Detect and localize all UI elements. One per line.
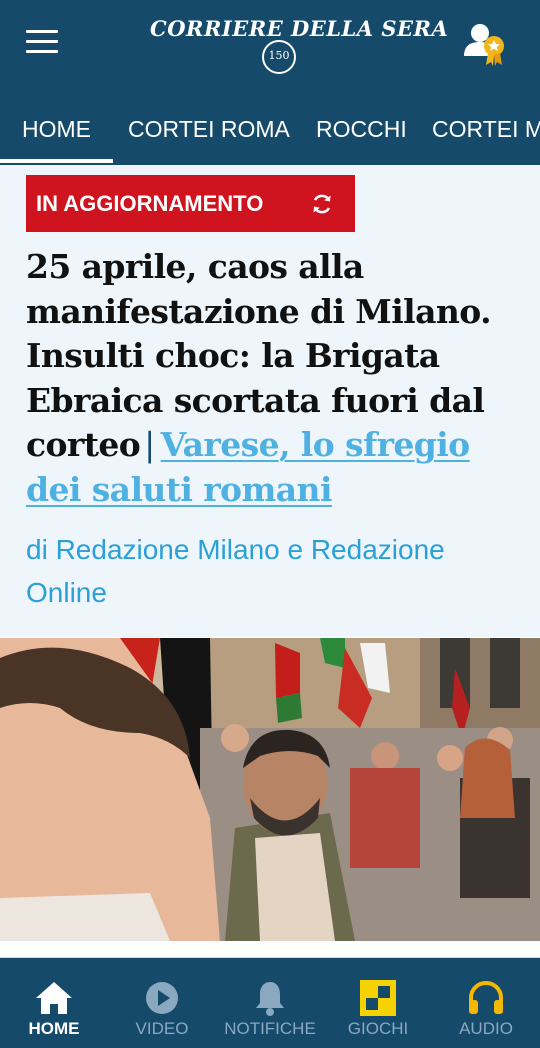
hamburger-menu-icon	[26, 30, 58, 33]
lead-article[interactable]: IN AGGIORNAMENTO 25 aprile, caos alla ma…	[0, 165, 540, 637]
nav-video-label: VIDEO	[135, 1019, 189, 1038]
tab-cortei-roma[interactable]: CORTEI ROMA	[128, 98, 290, 160]
protest-photo-illustration	[0, 638, 540, 941]
nav-video[interactable]: VIDEO	[108, 958, 216, 1048]
badge-label: IN AGGIORNAMENTO	[36, 191, 264, 216]
tab-rocchi[interactable]: ROCCHI	[316, 98, 407, 160]
headline-separator: |	[144, 425, 155, 464]
section-tabs: HOME CORTEI ROMA ROCCHI CORTEI M	[0, 98, 540, 165]
article-headline[interactable]: 25 aprile, caos alla manifestazione di M…	[26, 245, 516, 512]
article-byline: di Redazione Milano e Redazione Online	[26, 534, 445, 608]
tab-home[interactable]: HOME	[0, 98, 113, 163]
nav-audio[interactable]: AUDIO	[432, 958, 540, 1048]
nav-audio-label: AUDIO	[459, 1019, 513, 1038]
tab-cortei-milano[interactable]: CORTEI M	[432, 98, 540, 160]
puzzle-grid-icon	[360, 980, 396, 1016]
app-header: CORRIERE DELLA SERA 150 HOME CORTEI ROMA…	[0, 0, 540, 165]
corriere-logo[interactable]: CORRIERE DELLA SERA 150	[150, 16, 449, 80]
menu-button[interactable]	[26, 30, 62, 58]
nav-notifiche[interactable]: NOTIFICHE	[216, 958, 324, 1048]
logo-wordmark: CORRIERE DELLA SERA	[150, 16, 449, 41]
headphones-icon	[469, 980, 503, 1014]
nav-giochi-label: GIOCHI	[347, 1019, 409, 1038]
nav-notifiche-label: NOTIFICHE	[224, 1019, 316, 1038]
bell-icon	[256, 982, 284, 1016]
logo-150-seal: 150	[262, 40, 296, 74]
nav-home[interactable]: HOME	[0, 958, 108, 1048]
home-icon	[36, 982, 72, 1014]
bottom-navigation: HOME VIDEO NOTIFICHE GIOCHI AUDIO	[0, 958, 540, 1048]
user-premium-icon	[464, 24, 504, 66]
nav-home-label: HOME	[28, 1019, 80, 1038]
live-update-badge: IN AGGIORNAMENTO	[26, 175, 355, 232]
refresh-icon	[313, 194, 331, 214]
play-icon	[146, 982, 178, 1014]
nav-giochi[interactable]: GIOCHI	[324, 958, 432, 1048]
profile-button[interactable]	[462, 20, 512, 70]
article-photo[interactable]	[0, 638, 540, 941]
